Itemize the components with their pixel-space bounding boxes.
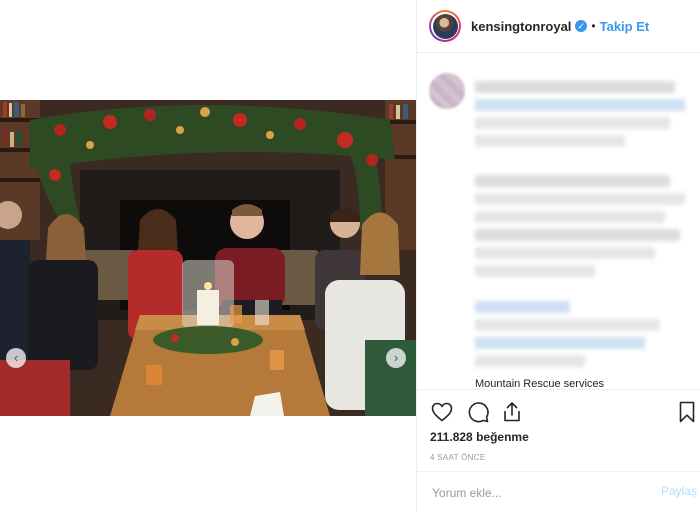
like-button[interactable] bbox=[430, 400, 454, 424]
save-button[interactable] bbox=[675, 400, 699, 424]
profile-avatar[interactable] bbox=[429, 10, 461, 42]
likes-number: 211.828 bbox=[430, 430, 473, 444]
blurred-text-line bbox=[475, 193, 685, 205]
separator-dot: • bbox=[591, 19, 596, 33]
blurred-text-line bbox=[475, 81, 675, 93]
chevron-left-icon: ‹ bbox=[13, 350, 19, 365]
blurred-text-line bbox=[475, 211, 665, 223]
blurred-text-line bbox=[475, 337, 645, 349]
username-link[interactable]: kensingtonroyal bbox=[471, 19, 571, 34]
next-photo-button[interactable]: › bbox=[386, 348, 406, 368]
avatar-frame bbox=[431, 12, 459, 40]
blurred-text-line bbox=[475, 229, 680, 241]
previous-photo-button[interactable]: ‹ bbox=[6, 348, 26, 368]
blurred-text-line bbox=[475, 355, 585, 367]
post-photo[interactable]: ‹ › bbox=[0, 100, 416, 416]
bookmark-icon bbox=[679, 401, 695, 423]
chevron-right-icon: › bbox=[393, 350, 399, 365]
blurred-text-line bbox=[475, 117, 670, 129]
post-timestamp[interactable]: 4 SAAT ÖNCE bbox=[430, 453, 485, 462]
comment-bubble-icon bbox=[468, 402, 489, 423]
comment-input[interactable] bbox=[430, 482, 634, 504]
caption-visible-text: Mountain Rescue services bbox=[475, 378, 605, 389]
blurred-text-line bbox=[475, 265, 595, 277]
photo-scene bbox=[0, 100, 416, 416]
verified-badge-icon: ✓ bbox=[575, 20, 588, 32]
caption-and-comments: Mountain Rescue services bbox=[417, 53, 700, 389]
blurred-text-line bbox=[475, 99, 685, 111]
likes-label: beğenme bbox=[476, 430, 529, 444]
comment-button[interactable] bbox=[466, 400, 490, 424]
heart-icon bbox=[431, 402, 453, 422]
likes-count[interactable]: 211.828 beğenme bbox=[430, 430, 529, 444]
share-upload-icon bbox=[504, 402, 520, 422]
post-media-panel: ‹ › bbox=[0, 0, 416, 512]
follow-button[interactable]: Takip Et bbox=[600, 19, 650, 34]
post-comment-button[interactable]: Paylaş bbox=[661, 484, 697, 498]
blurred-text-line bbox=[475, 135, 625, 147]
post-side-panel: kensingtonroyal ✓ • Takip Et Mountain Re… bbox=[417, 0, 700, 512]
post-actions-bar bbox=[417, 389, 700, 434]
blurred-text-line bbox=[475, 301, 570, 313]
blurred-text-line bbox=[475, 319, 660, 331]
blurred-text-line bbox=[475, 175, 670, 187]
add-comment-section: Paylaş bbox=[417, 471, 700, 513]
post-header: kensingtonroyal ✓ • Takip Et bbox=[417, 0, 700, 53]
blurred-text-line bbox=[475, 247, 655, 259]
share-button[interactable] bbox=[500, 400, 524, 424]
commenter-avatar[interactable] bbox=[429, 73, 465, 109]
avatar-image bbox=[432, 13, 458, 39]
